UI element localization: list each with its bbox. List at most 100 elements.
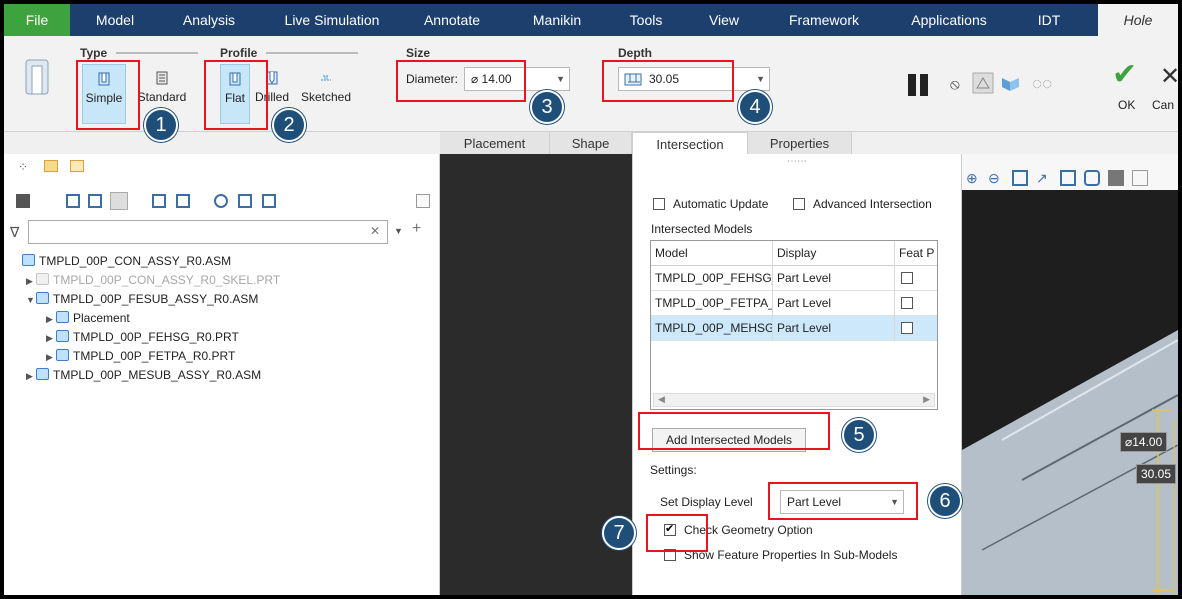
chevron-down-icon[interactable]: ▼ [756,68,765,90]
table-row-selected[interactable]: TMPLD_00P_MEHSG Part Level [651,316,937,341]
tab-idt[interactable]: IDT [1024,4,1074,36]
advanced-intersection-checkbox[interactable] [793,198,805,210]
depth-dimension[interactable]: 30.05 [1136,464,1177,484]
tree-item-fehsg[interactable]: ▶ TMPLD_00P_FEHSG_R0.PRT [46,328,239,347]
assembly-icon [36,292,49,304]
view-manager-icon[interactable] [1108,170,1124,186]
feat-checkbox[interactable] [901,272,913,284]
repaint-icon[interactable]: ↗ [1036,170,1052,186]
settings-icon[interactable] [16,194,30,208]
sketched-profile-button[interactable]: Sketched [296,64,356,124]
layer-tree-tab-icon[interactable] [44,160,58,172]
part-icon [56,349,69,361]
tree-search-input[interactable] [28,220,388,244]
tab-shape[interactable]: Shape [550,132,632,156]
document-icon[interactable] [416,194,430,208]
tab-properties[interactable]: Properties [748,132,852,156]
tab-placement[interactable]: Placement [440,132,550,156]
column-header-feat[interactable]: Feat P [895,241,937,266]
tab-model[interactable]: Model [80,4,150,36]
chevron-down-icon[interactable]: ▼ [26,291,36,310]
placement-icon [56,311,69,323]
hole-feature-icon [25,59,49,95]
clear-search-icon[interactable]: ✕ [370,224,380,238]
horizontal-scrollbar[interactable]: ◀ ▶ [653,393,935,407]
chevron-right-icon[interactable]: ▶ [46,329,56,348]
perspective-icon[interactable] [1132,170,1148,186]
tab-intersection[interactable]: Intersection [632,132,748,156]
tree-item-skel[interactable]: ▶ TMPLD_00P_CON_ASSY_R0_SKEL.PRT [26,271,280,290]
chevron-right-icon[interactable]: ▶ [26,367,36,386]
tree-columns-icon[interactable] [66,194,80,208]
3d-viewport[interactable]: ⊕ ⊖ ↗ ⌀14.00 30.05 [962,154,1178,595]
table-row[interactable]: TMPLD_00P_FEHSG_ Part Level [651,266,937,291]
chevron-right-icon[interactable]: ▶ [46,310,56,329]
zoom-out-icon[interactable]: ⊖ [988,170,1004,186]
ok-button[interactable]: OK [1118,98,1135,112]
diameter-dimension[interactable]: ⌀14.00 [1120,432,1168,452]
part-icon [56,330,69,342]
annotation-badge-5: 5 [842,418,876,452]
cancel-x-icon[interactable]: ✕ [1160,62,1178,91]
annotation-badge-7: 7 [602,516,636,550]
saved-orientations-icon[interactable] [1084,170,1100,186]
columns-icon[interactable] [176,194,190,208]
glasses-icon[interactable]: ◌◌ [1032,74,1052,94]
automatic-update-checkbox[interactable] [653,198,665,210]
tree-item-root[interactable]: TMPLD_00P_CON_ASSY_R0.ASM [22,252,231,271]
feat-checkbox[interactable] [901,297,913,309]
zoom-in-icon[interactable]: ⊕ [966,170,982,186]
verify-mode-icon[interactable] [972,72,994,94]
pause-icon-bar [920,74,928,96]
sort-icon[interactable] [152,194,166,208]
tab-tools[interactable]: Tools [616,4,676,36]
tab-framework[interactable]: Framework [776,4,872,36]
favorites-tab-icon[interactable] [70,160,84,172]
tab-file[interactable]: File [4,4,70,36]
tree-item-fesub[interactable]: ▼ TMPLD_00P_FESUB_ASSY_R0.ASM [26,290,258,309]
chevron-right-icon[interactable]: ▶ [26,272,36,291]
column-header-model[interactable]: Model [651,241,773,266]
tree-filters-icon[interactable] [110,192,128,210]
chevron-down-icon[interactable]: ▼ [394,226,403,236]
tab-manikin[interactable]: Manikin [520,4,594,36]
cancel-button[interactable]: Can [1152,98,1174,112]
tree-item-label: TMPLD_00P_FEHSG_R0.PRT [73,330,239,344]
panel-drag-handle[interactable]: ⋯⋯ [787,156,807,167]
scroll-left-icon[interactable]: ◀ [658,394,665,405]
tab-analysis[interactable]: Analysis [174,4,244,36]
annotation-badge-3: 3 [530,90,564,124]
layers-icon[interactable] [238,194,252,208]
feat-checkbox[interactable] [901,322,913,334]
tree-item-fetpa[interactable]: ▶ TMPLD_00P_FETPA_R0.PRT [46,347,235,366]
annotation-box-4 [602,60,734,102]
add-filter-icon[interactable]: + [412,220,421,238]
chevron-down-icon[interactable]: ▼ [556,68,565,90]
ok-check-icon[interactable]: ✔ [1112,60,1137,90]
tab-live-simulation[interactable]: Live Simulation [274,4,390,36]
display-cell: Part Level [773,291,895,316]
feat-cell [895,266,937,291]
chevron-right-icon[interactable]: ▶ [46,348,56,367]
feature-preview-icon[interactable] [1000,74,1022,92]
table-row[interactable]: TMPLD_00P_FETPA_I Part Level [651,291,937,316]
tab-view[interactable]: View [696,4,752,36]
pause-icon[interactable] [908,74,916,96]
no-preview-icon[interactable]: ⦸ [950,76,960,93]
scroll-right-icon[interactable]: ▶ [923,394,930,405]
part-icon [36,273,49,285]
tree-item-placement[interactable]: ▶ Placement [46,309,130,328]
tab-hole[interactable]: Hole [1098,4,1178,36]
model-cell: TMPLD_00P_FETPA_I [651,291,773,316]
refit-icon[interactable] [1012,170,1028,186]
display-style-icon[interactable] [1060,170,1076,186]
tree-item-mesub[interactable]: ▶ TMPLD_00P_MESUB_ASSY_R0.ASM [26,366,261,385]
hierarchy-icon[interactable] [262,194,276,208]
settings-label: Settings: [650,463,697,477]
column-header-display[interactable]: Display [773,241,895,266]
model-tree-tab-icon[interactable]: ⁘ [18,160,28,174]
show-icon[interactable] [88,194,102,208]
gear-icon[interactable] [214,194,228,208]
tab-annotate[interactable]: Annotate [412,4,492,36]
tab-applications[interactable]: Applications [896,4,1002,36]
